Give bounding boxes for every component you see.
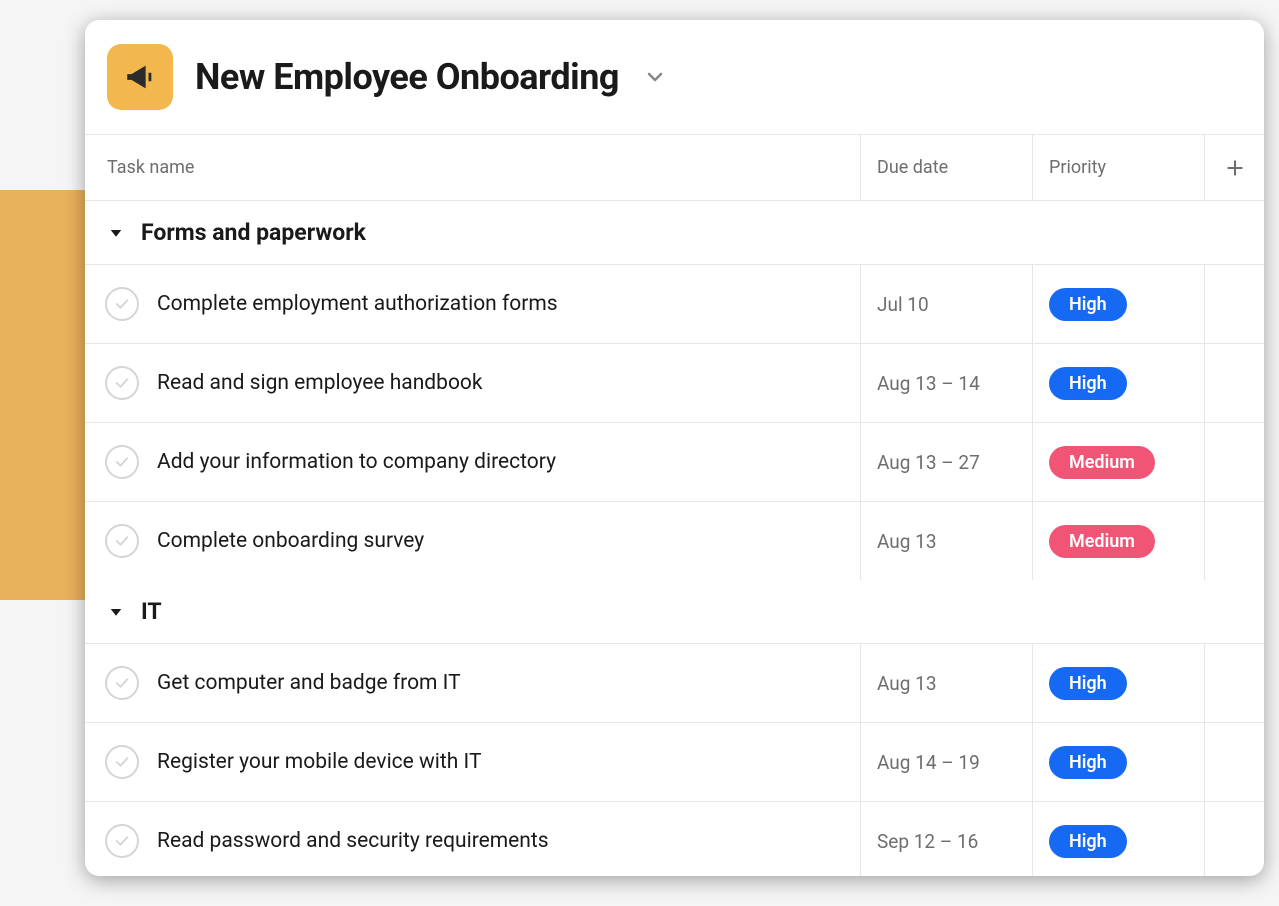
due-date: Sep 12 – 16 (877, 830, 978, 853)
section-title[interactable]: IT (141, 598, 162, 625)
priority-badge: High (1049, 746, 1127, 779)
task-name[interactable]: Add your information to company director… (157, 450, 556, 474)
task-name[interactable]: Read password and security requirements (157, 829, 549, 853)
due-date-cell[interactable]: Sep 12 – 16 (860, 802, 1032, 876)
empty-cell (1204, 423, 1264, 501)
priority-cell[interactable]: High (1032, 265, 1204, 343)
empty-cell (1204, 644, 1264, 722)
due-date: Jul 10 (877, 293, 929, 316)
priority-badge: Medium (1049, 525, 1155, 558)
column-header-task-name[interactable]: Task name (85, 135, 860, 200)
due-date: Aug 13 – 14 (877, 372, 980, 395)
task-complete-toggle[interactable] (105, 445, 139, 479)
task-complete-toggle[interactable] (105, 287, 139, 321)
due-date-cell[interactable]: Aug 14 – 19 (860, 723, 1032, 801)
priority-cell[interactable]: High (1032, 644, 1204, 722)
task-name[interactable]: Get computer and badge from IT (157, 671, 461, 695)
section-header: IT (85, 580, 1264, 643)
section-header: Forms and paperwork (85, 201, 1264, 264)
priority-cell[interactable]: High (1032, 802, 1204, 876)
check-icon (113, 532, 131, 550)
task-complete-toggle[interactable] (105, 745, 139, 779)
priority-cell[interactable]: High (1032, 723, 1204, 801)
check-icon (113, 295, 131, 313)
task-row[interactable]: Read and sign employee handbook Aug 13 –… (85, 343, 1264, 422)
column-header-due-date[interactable]: Due date (860, 135, 1032, 200)
section-collapse-toggle[interactable] (107, 603, 125, 621)
task-complete-toggle[interactable] (105, 366, 139, 400)
task-row[interactable]: Add your information to company director… (85, 422, 1264, 501)
priority-badge: High (1049, 667, 1127, 700)
task-name-cell: Complete onboarding survey (85, 502, 860, 580)
task-name[interactable]: Read and sign employee handbook (157, 371, 483, 395)
task-name-cell: Add your information to company director… (85, 423, 860, 501)
due-date-cell[interactable]: Aug 13 – 27 (860, 423, 1032, 501)
empty-cell (1204, 502, 1264, 580)
column-header-priority[interactable]: Priority (1032, 135, 1204, 200)
priority-cell[interactable]: Medium (1032, 423, 1204, 501)
due-date: Aug 14 – 19 (877, 751, 980, 774)
task-name-cell: Read and sign employee handbook (85, 344, 860, 422)
task-name-cell: Get computer and badge from IT (85, 644, 860, 722)
task-name-cell: Complete employment authorization forms (85, 265, 860, 343)
empty-cell (1204, 344, 1264, 422)
task-name[interactable]: Complete onboarding survey (157, 529, 424, 553)
section-collapse-toggle[interactable] (107, 224, 125, 242)
task-name-cell: Register your mobile device with IT (85, 723, 860, 801)
priority-badge: High (1049, 367, 1127, 400)
task-row[interactable]: Read password and security requirements … (85, 801, 1264, 876)
due-date-cell[interactable]: Jul 10 (860, 265, 1032, 343)
column-header-row: Task name Due date Priority (85, 134, 1264, 201)
add-column-button[interactable] (1204, 135, 1264, 200)
plus-icon (1225, 158, 1245, 178)
project-icon[interactable] (107, 44, 173, 110)
megaphone-icon (123, 60, 157, 94)
task-row[interactable]: Get computer and badge from IT Aug 13 Hi… (85, 643, 1264, 722)
section-title[interactable]: Forms and paperwork (141, 219, 366, 246)
empty-cell (1204, 265, 1264, 343)
chevron-down-icon (643, 65, 667, 89)
project-header: New Employee Onboarding (85, 20, 1264, 134)
check-icon (113, 753, 131, 771)
due-date-cell[interactable]: Aug 13 (860, 502, 1032, 580)
priority-badge: High (1049, 825, 1127, 858)
task-row[interactable]: Complete employment authorization forms … (85, 264, 1264, 343)
check-icon (113, 674, 131, 692)
background-decoration (0, 190, 95, 600)
task-row[interactable]: Complete onboarding survey Aug 13 Medium (85, 501, 1264, 580)
check-icon (113, 453, 131, 471)
priority-badge: High (1049, 288, 1127, 321)
priority-cell[interactable]: Medium (1032, 502, 1204, 580)
check-icon (113, 374, 131, 392)
due-date-cell[interactable]: Aug 13 (860, 644, 1032, 722)
due-date: Aug 13 (877, 530, 937, 553)
due-date: Aug 13 (877, 672, 937, 695)
task-row[interactable]: Register your mobile device with IT Aug … (85, 722, 1264, 801)
due-date: Aug 13 – 27 (877, 451, 980, 474)
check-icon (113, 832, 131, 850)
priority-cell[interactable]: High (1032, 344, 1204, 422)
task-name-cell: Read password and security requirements (85, 802, 860, 876)
project-menu-button[interactable] (643, 65, 667, 89)
project-title[interactable]: New Employee Onboarding (195, 56, 619, 98)
tasks-container: Forms and paperwork Complete employment … (85, 201, 1264, 876)
task-complete-toggle[interactable] (105, 666, 139, 700)
caret-down-icon (107, 603, 125, 621)
priority-badge: Medium (1049, 446, 1155, 479)
task-complete-toggle[interactable] (105, 524, 139, 558)
task-name[interactable]: Register your mobile device with IT (157, 750, 482, 774)
due-date-cell[interactable]: Aug 13 – 14 (860, 344, 1032, 422)
empty-cell (1204, 802, 1264, 876)
caret-down-icon (107, 224, 125, 242)
project-panel: New Employee Onboarding Task name Due da… (85, 20, 1264, 876)
task-complete-toggle[interactable] (105, 824, 139, 858)
task-name[interactable]: Complete employment authorization forms (157, 292, 558, 316)
empty-cell (1204, 723, 1264, 801)
